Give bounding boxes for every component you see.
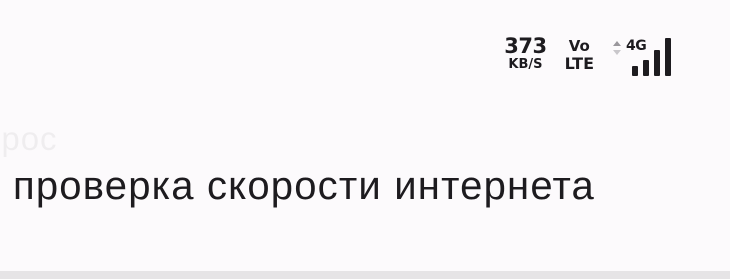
signal-bar-4 <box>665 38 671 76</box>
cellular-signal-indicator: 4G <box>612 36 678 76</box>
signal-bar-3 <box>654 50 660 76</box>
network-speed-value: 373 <box>504 34 547 58</box>
network-speed-indicator: 373 KB/S <box>504 34 547 72</box>
collapsed-title-ghost: opoc <box>0 120 58 157</box>
volte-bottom-label: LTE <box>564 54 594 73</box>
data-arrows-icon <box>613 41 621 55</box>
network-speed-unit: KB/S <box>508 57 543 72</box>
volte-indicator: Vo LTE <box>565 39 594 72</box>
signal-bar-2 <box>643 60 649 76</box>
signal-bar-1 <box>632 66 638 76</box>
volte-top-label: Vo <box>568 37 590 55</box>
page-title: проверка скорости интернета <box>13 164 595 208</box>
signal-bars-icon <box>632 38 671 76</box>
status-bar: 373 KB/S Vo LTE 4G <box>504 36 678 78</box>
bottom-divider <box>0 271 730 279</box>
